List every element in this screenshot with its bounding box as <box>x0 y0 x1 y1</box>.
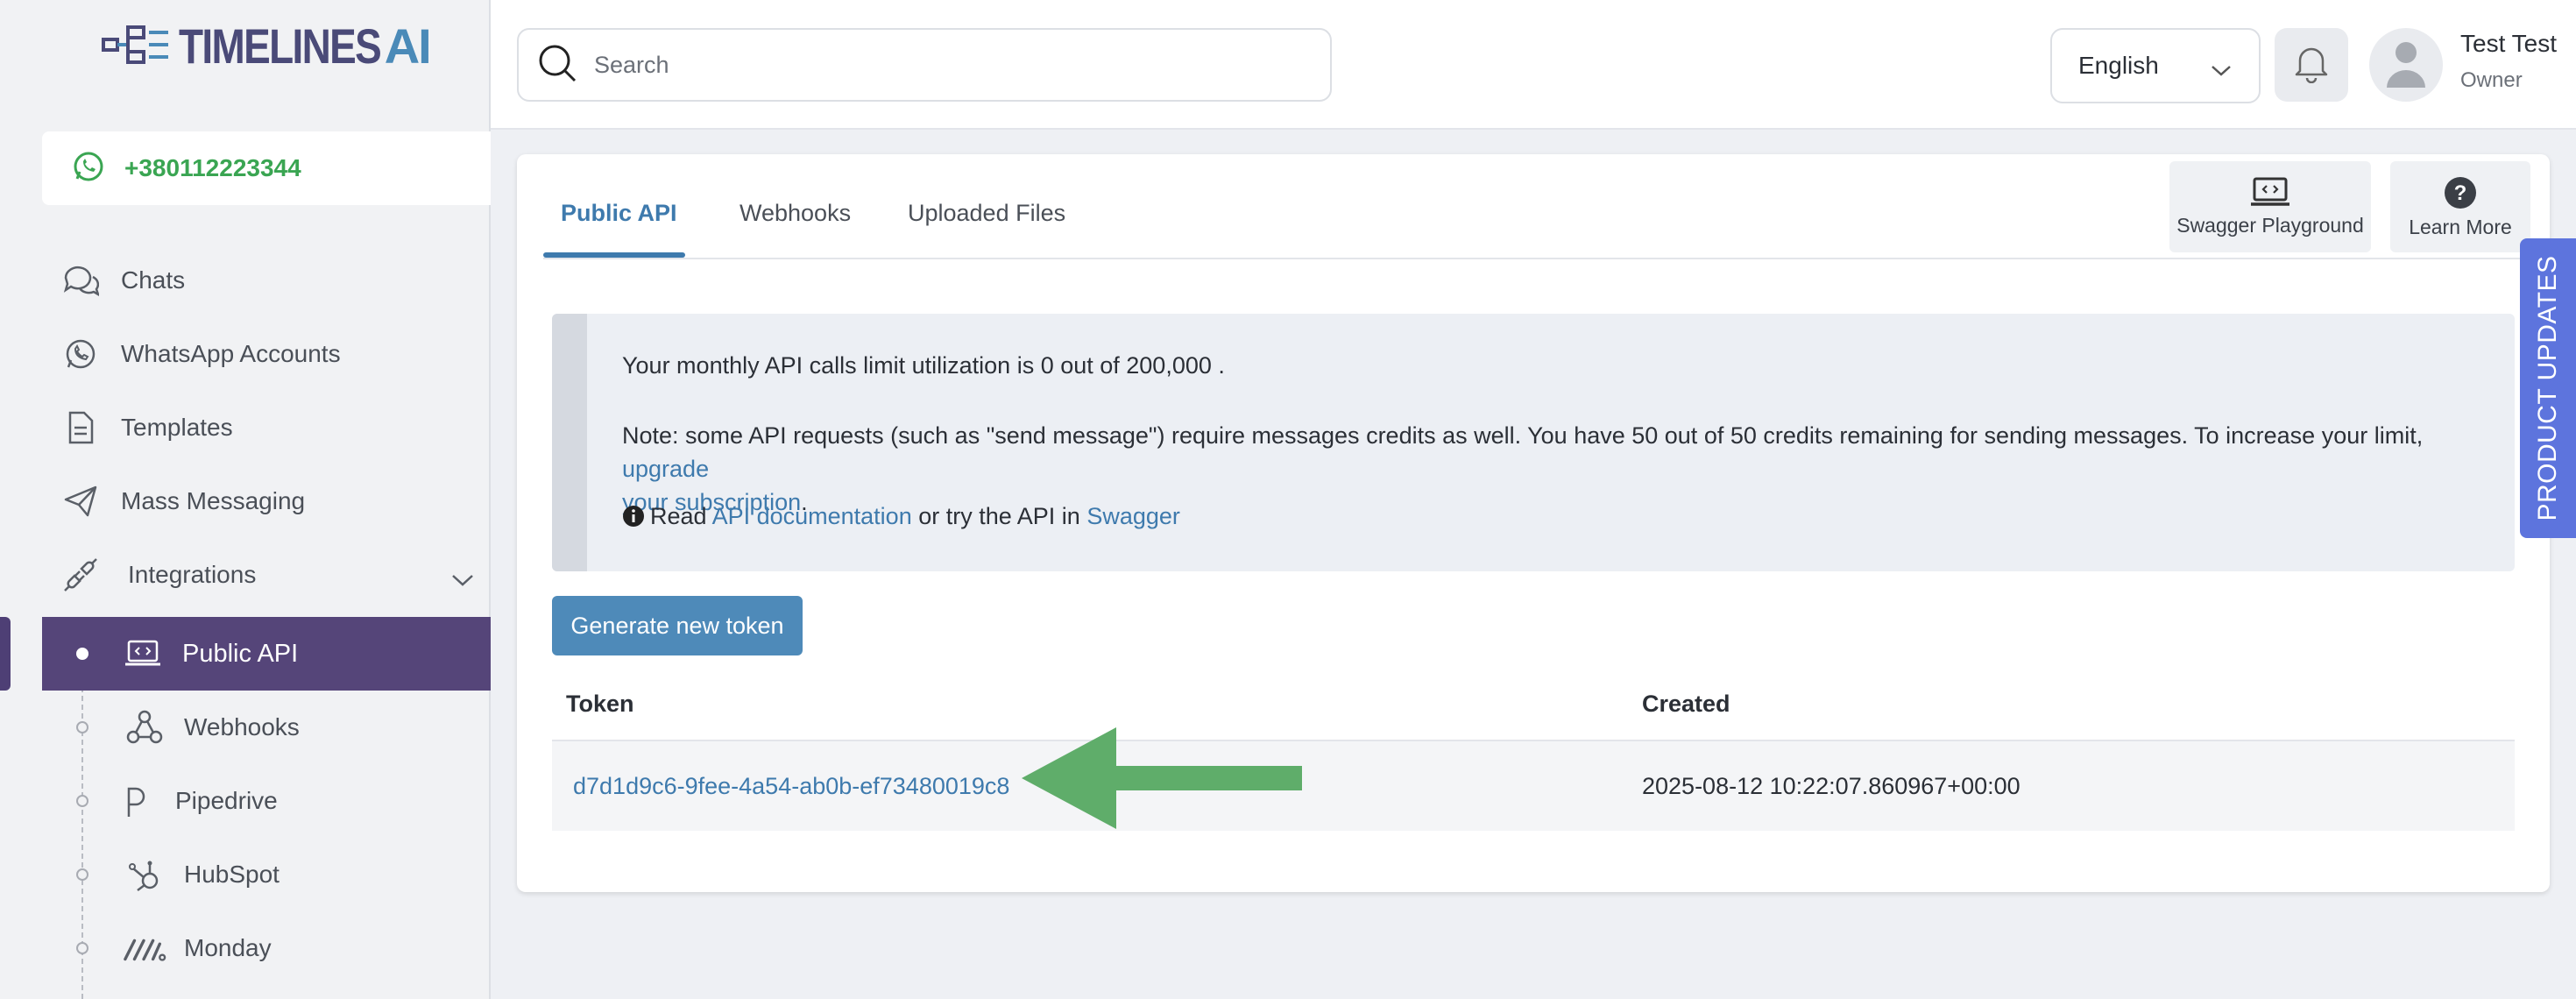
api-info-panel: Your monthly API calls limit utilization… <box>552 314 2515 571</box>
learn-more-button[interactable]: ? Learn More <box>2390 161 2530 252</box>
language-select[interactable]: English <box>2050 28 2261 103</box>
user-icon <box>2381 37 2431 94</box>
language-selected: English <box>2078 52 2159 79</box>
sidebar-item-whatsapp-accounts[interactable]: WhatsApp Accounts <box>61 328 341 380</box>
sidebar-item-integrations[interactable]: Integrations <box>61 549 473 601</box>
token-value[interactable]: d7d1d9c6-9fee-4a54-ab0b-ef73480019c8 <box>573 773 1009 800</box>
token-table: Token Created d7d1d9c6-9fee-4a54-ab0b-ef… <box>552 668 2515 831</box>
logo-text-timelines: TIMELINES <box>179 18 382 74</box>
annotation-arrow-left-icon <box>1022 727 1302 837</box>
sidebar-item-mass-messaging[interactable]: Mass Messaging <box>61 475 305 528</box>
column-header-token: Token <box>566 691 634 717</box>
api-card: Public API Webhooks Uploaded Files Swagg… <box>517 154 2550 892</box>
sidebar-item-label: Templates <box>121 414 233 441</box>
created-value: 2025-08-12 10:22:07.860967+00:00 <box>1642 773 2020 799</box>
plug-icon <box>61 556 100 594</box>
tree-dot <box>76 795 88 807</box>
search-input[interactable] <box>592 50 1293 80</box>
sidebar-item-templates[interactable]: Templates <box>61 401 233 454</box>
product-updates-label: PRODUCT UPDATES <box>2533 255 2562 521</box>
sidebar-item-chats[interactable]: Chats <box>61 254 185 307</box>
tab-webhooks[interactable]: Webhooks <box>740 200 851 227</box>
whatsapp-number-card[interactable]: +380112223344 <box>42 131 491 205</box>
column-header-created: Created <box>1642 691 1730 717</box>
read-docs-text: Read API documentation or try the API in… <box>622 499 1180 536</box>
pipedrive-icon <box>123 783 149 818</box>
search-icon <box>536 42 578 89</box>
generate-token-button[interactable]: Generate new token <box>552 596 803 655</box>
help-icon: ? <box>2443 175 2478 210</box>
sidebar-item-label: Chats <box>121 266 186 294</box>
document-icon <box>61 408 100 447</box>
swagger-playground-button[interactable]: Swagger Playground <box>2169 161 2371 252</box>
info-circle-icon <box>622 503 645 536</box>
swagger-link[interactable]: Swagger <box>1086 503 1180 529</box>
sidebar-item-label: HubSpot <box>184 861 280 888</box>
active-indicator <box>0 617 11 691</box>
product-updates-tab[interactable]: PRODUCT UPDATES <box>2520 238 2576 538</box>
sidebar-item-label: WhatsApp Accounts <box>121 340 341 367</box>
logo-text-ai: AI <box>384 18 432 74</box>
webhook-icon <box>123 708 166 747</box>
sidebar: TIMELINES AI +380112223344 Chats WhatsApp… <box>0 0 491 999</box>
bell-icon <box>2293 43 2330 88</box>
table-header: Token Created <box>552 668 2515 741</box>
upgrade-link[interactable]: upgrade <box>622 456 709 482</box>
tree-dot <box>76 942 88 954</box>
tab-public-api[interactable]: Public API <box>561 200 677 227</box>
tab-bar: Public API Webhooks Uploaded Files Swagg… <box>543 154 2530 259</box>
table-row: d7d1d9c6-9fee-4a54-ab0b-ef73480019c8 202… <box>552 741 2515 831</box>
sidebar-item-label: Public API <box>182 639 299 668</box>
send-icon <box>61 482 100 521</box>
chevron-down-icon <box>2210 56 2233 84</box>
chat-icon <box>61 261 100 300</box>
sidebar-item-hubspot[interactable]: HubSpot <box>123 848 280 901</box>
avatar[interactable] <box>2369 28 2443 102</box>
search-box[interactable] <box>517 28 1332 102</box>
whatsapp-icon <box>72 150 105 188</box>
active-tab-underline <box>543 252 685 258</box>
sidebar-item-label: Webhooks <box>184 713 300 740</box>
monday-icon <box>123 933 166 963</box>
sidebar-item-label: Pipedrive <box>175 787 278 814</box>
tab-uploaded-files[interactable]: Uploaded Files <box>908 200 1065 227</box>
sidebar-item-webhooks[interactable]: Webhooks <box>123 701 300 754</box>
swagger-playground-label: Swagger Playground <box>2176 213 2364 237</box>
sidebar-item-label: Integrations <box>128 561 257 588</box>
sidebar-item-monday[interactable]: Monday <box>123 922 272 974</box>
user-role: Owner <box>2460 68 2523 92</box>
tree-dot <box>76 721 88 733</box>
sidebar-item-public-api[interactable]: Public API <box>42 617 491 691</box>
tree-dot <box>76 868 88 881</box>
sidebar-item-label: Mass Messaging <box>121 487 306 514</box>
note-prefix: Note: some API requests (such as "send m… <box>622 422 2424 449</box>
info-stripe <box>552 314 587 571</box>
hubspot-icon <box>123 856 166 893</box>
user-name: Test Test <box>2460 30 2557 57</box>
api-documentation-link[interactable]: API documentation <box>712 503 912 529</box>
timelinesai-logo[interactable]: TIMELINES AI <box>102 18 432 74</box>
usage-text: Your monthly API calls limit utilization… <box>622 352 1225 379</box>
top-bar: English Test Test Owner <box>491 0 2576 130</box>
sidebar-item-pipedrive[interactable]: Pipedrive <box>123 775 278 827</box>
whatsapp-icon <box>61 335 100 373</box>
learn-more-label: Learn More <box>2409 215 2512 238</box>
read-prefix: Read <box>650 503 707 529</box>
tree-dot-active <box>76 648 88 660</box>
read-middle: or try the API in <box>918 503 1080 529</box>
chevron-down-icon <box>450 566 475 594</box>
api-laptop-icon <box>124 639 161 669</box>
swagger-laptop-icon <box>2249 177 2291 209</box>
svg-text:?: ? <box>2454 181 2467 205</box>
notifications-button[interactable] <box>2275 28 2348 102</box>
phone-number: +380112223344 <box>124 154 301 181</box>
logo-mark-icon <box>102 24 170 67</box>
sidebar-item-label: Monday <box>184 934 272 961</box>
